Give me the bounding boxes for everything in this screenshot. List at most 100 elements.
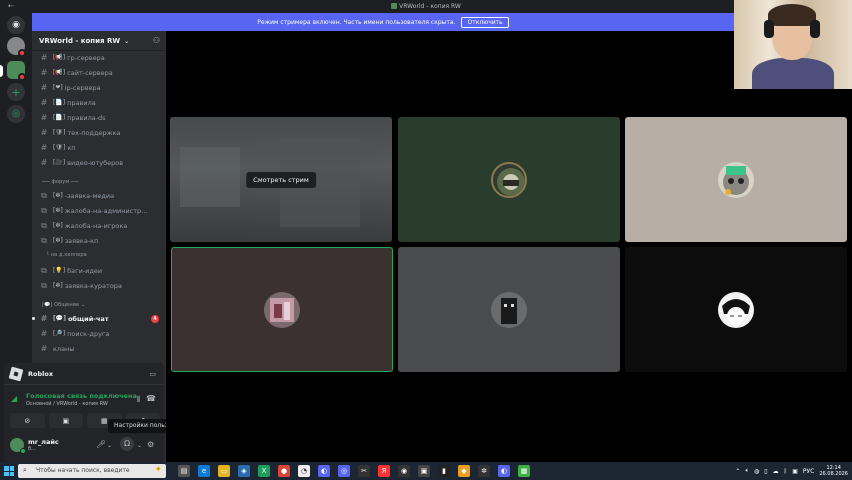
category-forum[interactable]: ⎯⎯⎯ форум ⎯⎯⎯ [42,179,79,185]
hash-icon: # [40,158,48,167]
channel-item[interactable]: # [🎥] видео-ютуберов [35,156,163,169]
avatar [264,291,300,328]
direct-messages-icon[interactable]: ◉ [7,16,25,34]
participant-tile[interactable] [398,247,620,372]
server-header[interactable]: VRWorld - копия RW ⌄ ⚇ [32,31,166,51]
discord-active-icon[interactable]: ◐ [498,465,510,477]
watch-stream-button[interactable]: Смотреть стрим [246,171,316,188]
headphones-right [810,20,820,38]
server-name: VRWorld - копия RW [39,37,121,45]
disconnect-icon[interactable]: ☎ [146,394,156,403]
channel-item-general-chat[interactable]: # [💬] общий-чат 4 [32,312,163,325]
hash-icon: # [40,83,48,92]
task-view-icon[interactable]: ▤ [178,465,190,477]
edge-icon[interactable]: e [198,465,210,477]
excel-icon[interactable]: X [258,465,270,477]
chevron-down-icon[interactable]: ⌄ [137,442,142,449]
file-explorer-icon[interactable]: ▭ [218,465,230,477]
share-screen-button[interactable]: ▣ [48,413,83,428]
avatar[interactable] [10,438,26,454]
channel-item[interactable]: # [📄] правила-ds [35,111,163,124]
app-icon[interactable]: ▮ [438,465,450,477]
discord-icon[interactable]: ◐ [318,465,330,477]
participant-tile[interactable] [625,117,847,242]
channel-item[interactable]: # [🛡] тех-поддержка [35,126,163,139]
avatar [491,161,527,198]
forum-channel-item[interactable]: ⧉ [❇] заявка-кп [35,234,163,247]
channel-item[interactable]: # [📢] сайт-сервера [35,66,163,79]
headphones-icon[interactable]: Ω [120,437,134,451]
speaker-icon[interactable]: 🔈︎ [745,467,749,475]
participant-tile-speaking[interactable] [171,247,393,372]
stream-tile[interactable]: Смотреть стрим [170,117,392,242]
yandex-icon[interactable]: Я [378,465,390,477]
channel-item[interactable]: # [📄] правила [35,96,163,109]
avatar [718,161,754,198]
obs-icon[interactable]: ◉ [398,465,410,477]
store-icon[interactable]: ◈ [238,465,250,477]
username[interactable]: mr_лайс [28,438,59,446]
screen-share-icon[interactable]: ▭ [149,370,156,378]
forum-channel-item[interactable]: ⧉ [❇] -заявка-медиа [35,189,163,202]
notification-badge [18,49,26,57]
taskbar-search[interactable]: ⌕ Чтобы начать поиск, введите ✦ [18,464,166,478]
disable-streamer-mode-button[interactable]: Отключить [461,16,509,28]
pinned-apps: ▤ e ▭ ◈ X ● ◔ ◐ ◎ ✂ Я ◉ ▣ ▮ ◆ ✲ ◐ ▩ [178,465,530,478]
banner-text: Режим стримера включен. Часть имени поль… [257,18,456,26]
channel-item[interactable]: # [❤] ip-сервера [35,81,163,94]
clock[interactable]: 12:14 26.08.2026 [819,465,848,477]
user-status: б... [28,446,36,452]
app-tray-icon[interactable]: ▣ [792,468,798,475]
hash-icon: # [40,98,48,107]
add-server-icon[interactable]: + [7,83,25,101]
windows-start-icon[interactable] [4,466,14,476]
minecraft-icon[interactable]: ▩ [518,465,530,477]
explore-servers-icon[interactable]: ◎ [7,105,25,123]
channel-item[interactable]: # [🔎] поиск-друга [35,327,163,340]
copilot-icon[interactable]: ✦ [154,465,162,475]
chevron-down-icon[interactable]: ⌄ [107,442,112,449]
avatar-image [722,298,750,325]
voice-channel[interactable]: Основной / VRWorld - копия RW [26,401,108,407]
hash-icon: # [40,128,48,137]
invite-people-icon[interactable]: ⚇ [153,36,160,45]
battery-icon[interactable]: ▯ [764,468,767,475]
channel-item[interactable]: # [🛡] кп [35,141,163,154]
language-indicator[interactable]: РУС [803,468,814,475]
forum-channel-item[interactable]: ⧉ [❇] жалоба-на-администр... [35,204,163,217]
channel-item[interactable]: # [📢] гр-сервера [35,51,163,64]
camera-button[interactable]: ⊘ [10,413,45,428]
app-icon[interactable]: ◆ [458,465,470,477]
app-icon[interactable]: ◔ [298,465,310,477]
category-chat[interactable]: [💬] Общение ⌄ [42,302,85,308]
channel-item[interactable]: # кланы [35,342,163,355]
network-icon[interactable]: ◍ [754,468,759,475]
microphone-icon[interactable]: 🎤︎ [96,440,106,449]
voice-status[interactable]: Голосовая связь подключена [26,392,137,400]
system-tray: ⌃ 🔈︎ ◍ ▯ ☁ ᛒ ▣ РУС 12:14 26.08.2026 [735,464,848,478]
forum-channel-item[interactable]: ⧉ [💡] баги-идеи [35,264,163,277]
windows-taskbar: ⌕ Чтобы начать поиск, введите ✦ ▤ e ▭ ◈ … [0,462,852,480]
app-icon[interactable]: ✲ [478,465,490,477]
chevron-up-icon[interactable]: ⌃ [735,468,740,475]
participant-tile[interactable] [625,247,847,372]
window-title: VRWorld - копия RW [0,3,852,10]
forum-icon: ⧉ [41,235,47,245]
forum-channel-item[interactable]: ⧉ [❇] заявка-куратора [35,279,163,292]
onedrive-icon[interactable]: ☁ [773,468,779,475]
forum-channel-item[interactable]: ⧉ [❇] жалоба-на-игрока [35,219,163,232]
thread-label[interactable]: └ на д.хелпера [46,252,87,258]
participant-tile[interactable] [398,117,620,242]
chrome-icon[interactable]: ● [278,465,290,477]
activity-panel[interactable]: Roblox ▭ [4,363,164,385]
user-panel: Roblox ▭ ◢ Голосовая связь подключена Ос… [4,363,164,462]
app-icon[interactable]: ▣ [418,465,430,477]
bluetooth-icon[interactable]: ᛒ [784,468,788,475]
discord-alt-icon[interactable]: ◎ [338,465,350,477]
settings-gear-icon[interactable]: ⚙ [147,440,154,449]
avatar-image [501,297,517,324]
signal-icon: ◢ [11,394,18,403]
capcut-icon[interactable]: ✂ [358,465,370,477]
search-icon: ⌕ [23,466,27,474]
noise-suppression-icon[interactable]: ⫴ [137,395,140,405]
